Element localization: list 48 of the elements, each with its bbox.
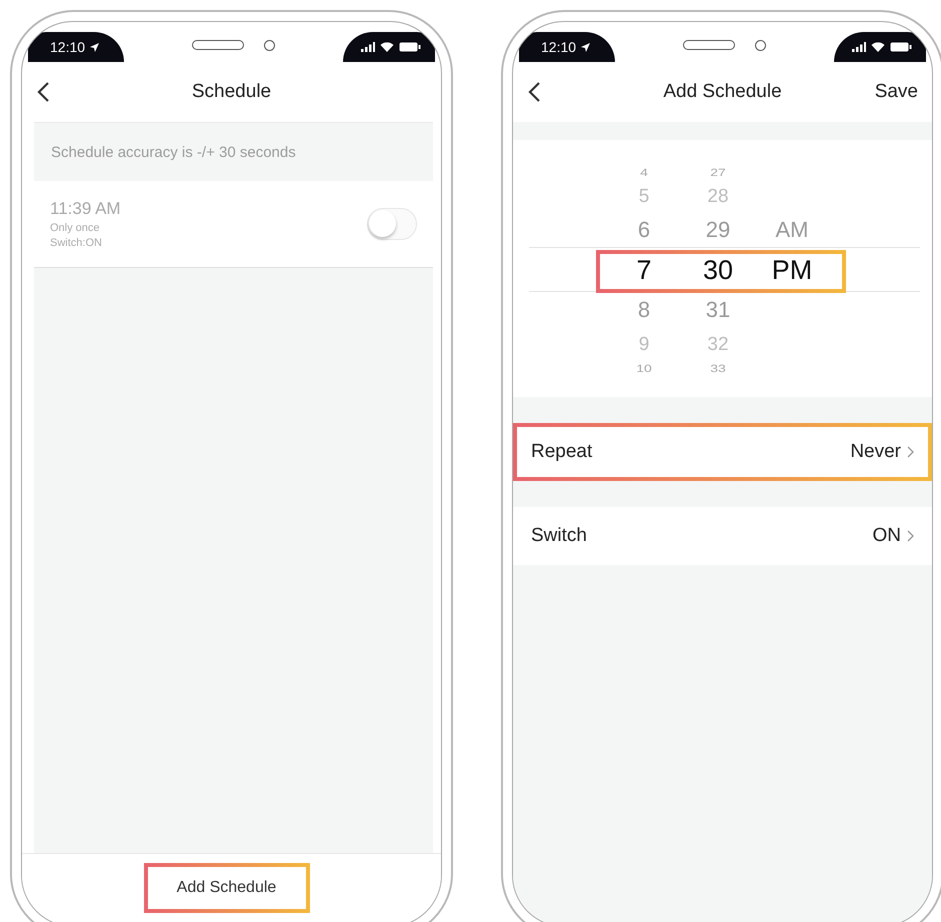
- picker-value[interactable]: 5: [638, 186, 650, 206]
- setting-value: ON: [872, 525, 901, 547]
- location-arrow-icon: [90, 42, 100, 52]
- picker-value[interactable]: 8: [638, 299, 650, 321]
- picker-value[interactable]: 27: [710, 166, 726, 178]
- picker-value[interactable]: 7: [636, 256, 652, 284]
- save-button[interactable]: Save: [874, 81, 918, 103]
- schedule-repeat: Only once: [50, 222, 101, 234]
- signal-icon: [852, 42, 866, 52]
- picker-value[interactable]: PM: [772, 256, 812, 284]
- camera-lens: [755, 40, 766, 50]
- picker-value[interactable]: 33: [710, 362, 726, 374]
- signal-icon: [361, 42, 375, 52]
- picker-value[interactable]: 30: [702, 256, 734, 284]
- status-time: 12:10: [541, 39, 576, 55]
- speaker-slot: [683, 40, 735, 50]
- back-icon[interactable]: [527, 81, 541, 103]
- camera-lens: [264, 40, 275, 50]
- screen-title: Add Schedule: [662, 81, 783, 103]
- picker-value[interactable]: 28: [707, 186, 729, 206]
- add-schedule-button[interactable]: Add Schedule: [144, 863, 310, 913]
- setting-label: Repeat: [531, 441, 592, 463]
- setting-row[interactable]: Repeat Never: [513, 423, 932, 481]
- chevron-right-icon: [907, 446, 914, 458]
- status-time: 12:10: [50, 39, 86, 55]
- picker-value[interactable]: 29: [706, 219, 730, 241]
- location-arrow-icon: [581, 42, 590, 52]
- picker-value[interactable]: 9: [638, 334, 650, 354]
- battery-icon: [399, 42, 421, 52]
- picker-value[interactable]: 6: [638, 219, 650, 241]
- wifi-icon: [380, 42, 394, 52]
- speaker-slot: [192, 40, 244, 50]
- setting-label: Switch: [531, 525, 587, 547]
- toggle-switch[interactable]: [367, 208, 417, 240]
- picker-value[interactable]: 31: [706, 299, 730, 321]
- picker-value[interactable]: 32: [707, 334, 729, 354]
- battery-icon: [890, 42, 912, 52]
- picker-value[interactable]: 10: [636, 362, 652, 374]
- setting-row[interactable]: Switch ON: [513, 507, 932, 565]
- schedule-action: Switch:ON: [50, 237, 103, 249]
- picker-value[interactable]: AM: [776, 219, 808, 241]
- wifi-icon: [871, 42, 885, 52]
- setting-value: Never: [850, 441, 901, 463]
- screen-title: Schedule: [190, 81, 272, 103]
- schedule-time: 11:39 AM: [50, 199, 121, 219]
- back-icon[interactable]: [36, 81, 50, 103]
- chevron-right-icon: [907, 530, 914, 542]
- picker-value[interactable]: 4: [640, 166, 648, 178]
